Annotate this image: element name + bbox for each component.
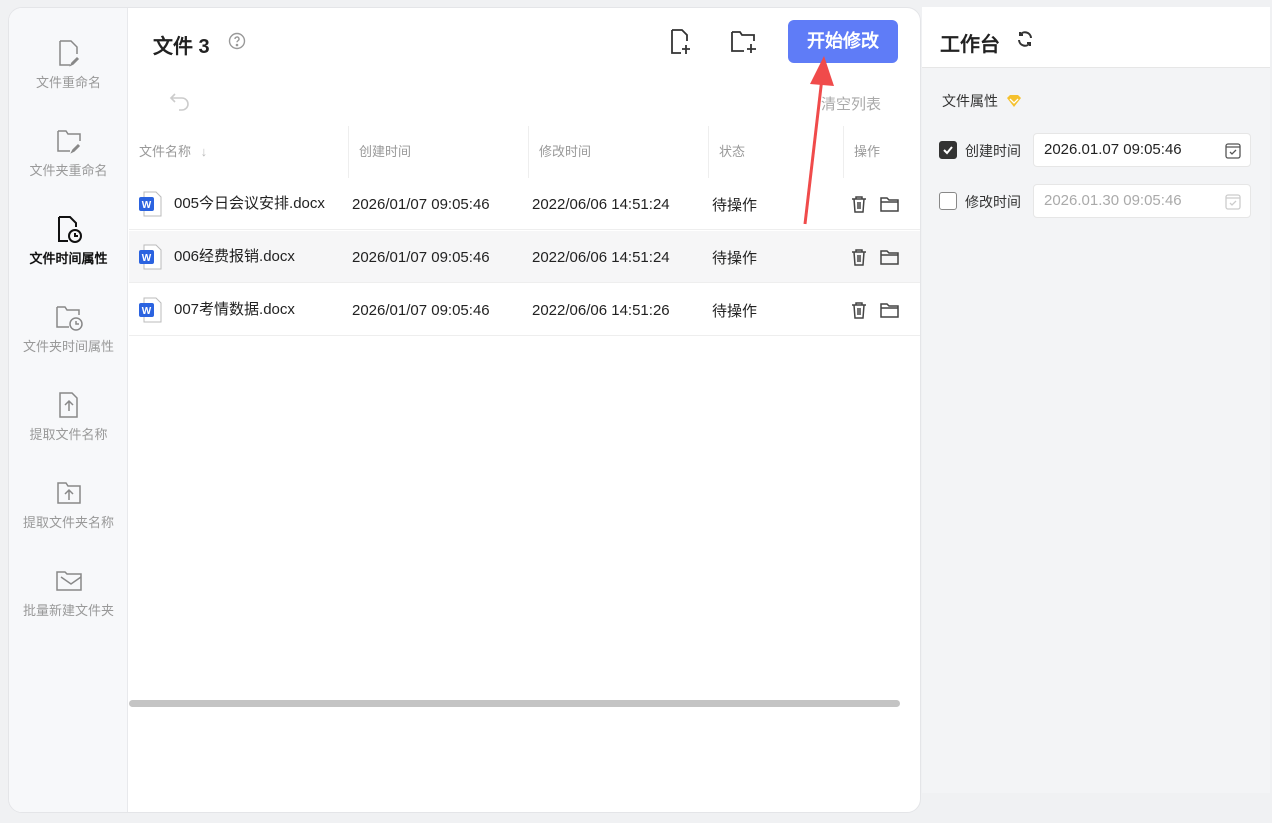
word-file-icon: W	[139, 297, 162, 323]
file-name: 007考情数据.docx	[174, 301, 295, 318]
refresh-icon[interactable]	[1016, 30, 1034, 48]
workbench-panel: 工作台 文件属性 创建时间 2026.01.07 09:05:46 修改时间 2…	[922, 7, 1270, 793]
table-row[interactable]: W 006经费报销.docx 2026/01/07 09:05:46 2022/…	[129, 231, 920, 283]
created-time: 2026/01/07 09:05:46	[352, 301, 490, 319]
status: 待操作	[712, 302, 758, 320]
file-upload-icon	[58, 392, 78, 418]
modified-time: 2022/06/06 14:51:24	[532, 248, 670, 266]
modified-time-checkbox[interactable]	[939, 192, 957, 210]
sidebar-item-extract-folder-names[interactable]: 提取文件夹名称	[9, 478, 128, 531]
add-file-icon[interactable]	[669, 28, 693, 56]
calendar-icon[interactable]	[1224, 193, 1242, 211]
created-time-checkbox[interactable]	[939, 141, 957, 159]
start-modify-button[interactable]: 开始修改	[788, 20, 898, 63]
delete-icon[interactable]	[851, 284, 867, 336]
status: 待操作	[712, 249, 758, 267]
table-header: 文件名称 ↓ 创建时间 修改时间 状态 操作	[129, 126, 920, 178]
open-folder-icon[interactable]	[880, 178, 900, 230]
modified-time-label: 修改时间	[965, 194, 1021, 210]
delete-icon[interactable]	[851, 231, 867, 283]
modified-time: 2022/06/06 14:51:26	[532, 301, 670, 319]
column-header-created: 创建时间	[348, 126, 528, 178]
sidebar-item-folder-rename[interactable]: 文件夹重命名	[9, 126, 128, 179]
column-header-status: 状态	[708, 126, 843, 178]
sidebar-item-file-time[interactable]: 文件时间属性	[9, 214, 128, 267]
svg-text:W: W	[142, 200, 152, 211]
help-icon[interactable]	[228, 32, 246, 50]
section-file-attributes: 文件属性	[942, 91, 1022, 111]
sidebar-item-batch-new-folders[interactable]: 批量新建文件夹	[9, 566, 128, 619]
open-folder-icon[interactable]	[880, 284, 900, 336]
main-card: 文件重命名 文件夹重命名 文件时间属性 文件夹时间属性 提取文件名称 提取文件夹…	[8, 7, 921, 813]
open-folder-icon[interactable]	[880, 231, 900, 283]
modified-time: 2022/06/06 14:51:24	[532, 195, 670, 213]
vip-gem-icon	[1006, 95, 1021, 107]
modified-time-row: 修改时间 2026.01.30 09:05:46	[939, 184, 1251, 218]
undo-icon[interactable]	[169, 91, 191, 111]
column-header-actions: 操作	[843, 126, 920, 178]
workbench-header: 工作台	[922, 7, 1270, 68]
created-time-input[interactable]: 2026.01.07 09:05:46	[1033, 133, 1251, 167]
word-file-icon: W	[139, 191, 162, 217]
mail-folder-icon	[55, 571, 82, 591]
delete-icon[interactable]	[851, 178, 867, 230]
sidebar-item-file-rename[interactable]: 文件重命名	[9, 38, 128, 91]
folder-upload-icon	[56, 482, 81, 504]
page-title: 文件 3	[153, 36, 210, 58]
add-folder-icon[interactable]	[729, 28, 759, 56]
modified-time-input[interactable]: 2026.01.30 09:05:46	[1033, 184, 1251, 218]
sidebar-item-folder-time[interactable]: 文件夹时间属性	[9, 302, 128, 355]
sidebar: 文件重命名 文件夹重命名 文件时间属性 文件夹时间属性 提取文件名称 提取文件夹…	[9, 8, 128, 812]
column-header-name[interactable]: 文件名称 ↓	[129, 126, 348, 178]
file-clock-icon	[57, 216, 82, 243]
horizontal-scrollbar[interactable]	[129, 700, 900, 707]
svg-text:W: W	[142, 253, 152, 264]
workbench-title: 工作台	[940, 34, 1000, 56]
file-name: 005今日会议安排.docx	[174, 195, 325, 212]
file-name: 006经费报销.docx	[174, 248, 295, 265]
folder-edit-icon	[56, 130, 81, 154]
clear-list-button[interactable]: 清空列表	[821, 93, 881, 114]
table-row[interactable]: W 007考情数据.docx 2026/01/07 09:05:46 2022/…	[129, 284, 920, 336]
file-list-panel: 文件 3 开始修改 清空列表 文件名称 ↓ 创建时间 修改时间 状态 操作 W …	[129, 8, 920, 812]
svg-text:W: W	[142, 306, 152, 317]
created-time-row: 创建时间 2026.01.07 09:05:46	[939, 133, 1251, 167]
column-header-modified: 修改时间	[528, 126, 708, 178]
folder-clock-icon	[55, 306, 83, 331]
file-edit-icon	[58, 40, 79, 67]
sidebar-item-extract-file-names[interactable]: 提取文件名称	[9, 390, 128, 443]
calendar-icon[interactable]	[1224, 142, 1242, 160]
status: 待操作	[712, 196, 758, 214]
sort-down-icon[interactable]: ↓	[201, 144, 208, 159]
word-file-icon: W	[139, 244, 162, 270]
created-time: 2026/01/07 09:05:46	[352, 248, 490, 266]
created-time: 2026/01/07 09:05:46	[352, 195, 490, 213]
table-row[interactable]: W 005今日会议安排.docx 2026/01/07 09:05:46 202…	[129, 178, 920, 230]
created-time-label: 创建时间	[965, 143, 1021, 159]
